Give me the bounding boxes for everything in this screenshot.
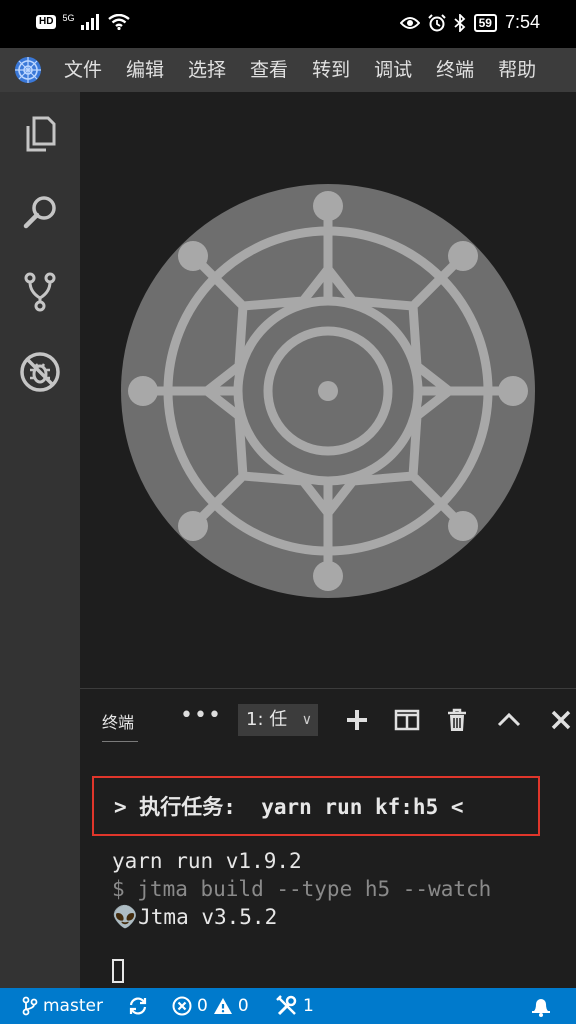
terminal-selector-value: 1: 任	[246, 709, 288, 730]
explorer-icon[interactable]	[16, 110, 64, 158]
terminal-cursor	[112, 959, 124, 983]
terminal-panel: 终端 ••• 1: 任 ∨ > 执行任务: yarn run kf:h5 < y…	[80, 688, 576, 989]
problems-indicator[interactable]: 0 0	[172, 988, 249, 1024]
terminal-line: yarn run v1.9.2	[112, 849, 302, 873]
alarm-icon	[427, 13, 446, 31]
bluetooth-icon	[453, 13, 465, 32]
warning-count: 0	[237, 996, 249, 1016]
notifications-button[interactable]	[530, 988, 552, 1024]
wifi-icon	[108, 14, 131, 30]
close-icon[interactable]	[548, 707, 574, 733]
branch-indicator[interactable]: master	[22, 988, 103, 1024]
search-icon[interactable]	[16, 188, 64, 236]
source-control-icon[interactable]	[16, 268, 64, 316]
bell-icon	[532, 999, 550, 1017]
sync-icon	[129, 997, 147, 1015]
split-icon[interactable]	[394, 707, 420, 733]
warning-icon	[213, 998, 232, 1014]
more-actions-button[interactable]: •••	[180, 703, 222, 728]
app-logo-icon[interactable]	[12, 54, 44, 86]
chevron-up-icon[interactable]	[496, 707, 522, 733]
terminal-output[interactable]: > 执行任务: yarn run kf:h5 < yarn run v1.9.2…	[80, 759, 576, 989]
debug-icon[interactable]	[16, 348, 64, 396]
chevron-down-icon: ∨	[301, 712, 312, 728]
battery-indicator: 59	[473, 13, 497, 32]
branch-name: master	[43, 996, 103, 1016]
branch-icon	[22, 996, 38, 1016]
tools-count: 1	[303, 996, 314, 1016]
tab-terminal[interactable]: 终端	[102, 709, 134, 733]
error-count: 0	[197, 996, 208, 1016]
menu-edit[interactable]: 编辑	[114, 48, 176, 92]
menu-bar: 文件 编辑 选择 查看 转到 调试 终端 帮助	[0, 48, 576, 92]
tab-underline	[102, 741, 138, 742]
menu-debug[interactable]: 调试	[362, 48, 424, 92]
menu-help[interactable]: 帮助	[486, 48, 548, 92]
activity-bar	[0, 92, 80, 988]
status-bar: master 0 0 1	[0, 988, 576, 1024]
signal-icon	[81, 14, 100, 30]
terminal-line: 👽Jtma v3.5.2	[112, 905, 278, 929]
menu-file[interactable]: 文件	[52, 48, 114, 92]
sync-button[interactable]	[128, 988, 148, 1024]
tools-icon	[276, 995, 297, 1016]
tools-indicator[interactable]: 1	[276, 988, 314, 1024]
task-line: > 执行任务: yarn run kf:h5 <	[114, 795, 464, 819]
add-icon[interactable]	[344, 707, 370, 733]
hd-badge: HD	[36, 15, 57, 29]
menu-terminal[interactable]: 终端	[424, 48, 486, 92]
task-highlight-box: > 执行任务: yarn run kf:h5 <	[92, 776, 540, 836]
trash-icon[interactable]	[444, 707, 470, 733]
menu-view[interactable]: 查看	[238, 48, 300, 92]
clock: 7:54	[504, 12, 540, 32]
terminal-line: $ jtma build --type h5 --watch	[112, 877, 492, 901]
watermark-logo	[121, 184, 535, 598]
menu-selection[interactable]: 选择	[176, 48, 238, 92]
error-icon	[172, 996, 192, 1016]
eye-icon	[399, 16, 420, 29]
network-type: 5G	[62, 12, 75, 23]
editor-area	[80, 92, 576, 688]
terminal-selector[interactable]: 1: 任 ∨	[238, 704, 318, 736]
system-status-bar: HD 5G 59 7:54	[0, 0, 576, 48]
menu-go[interactable]: 转到	[300, 48, 362, 92]
